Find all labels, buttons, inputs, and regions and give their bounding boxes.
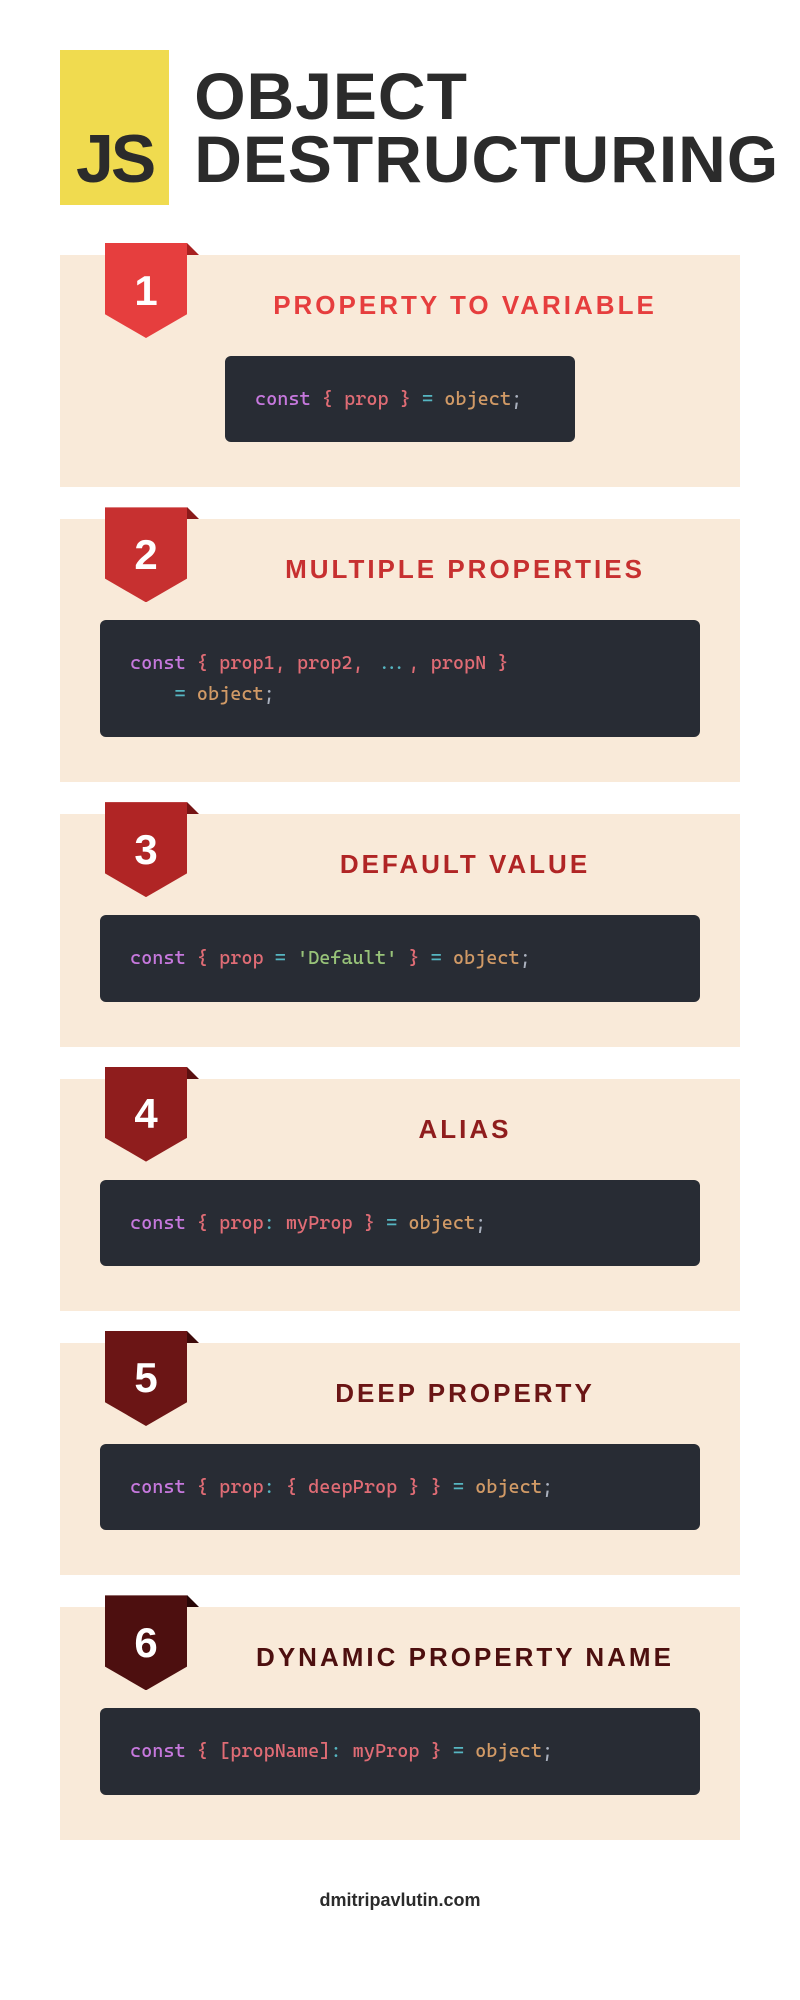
code-keyword: const [130, 1740, 186, 1762]
code-semi: ; [520, 947, 531, 969]
badge-fold-icon [187, 1067, 199, 1079]
code-nested: { deepProp } } [275, 1476, 453, 1498]
badge-fold-icon [187, 802, 199, 814]
code-block: const { prop: myProp } = object; [100, 1180, 700, 1266]
section-title: DYNAMIC PROPERTY NAME [230, 1642, 700, 1673]
code-keyword: const [130, 1212, 186, 1234]
code-value: object [442, 947, 520, 969]
code-eq: = [275, 947, 286, 969]
section-number-badge: 5 [105, 1331, 187, 1426]
code-operator: = [431, 947, 442, 969]
code-block: const { prop = 'Default' } = object; [100, 915, 700, 1001]
section-6: 6 DYNAMIC PROPERTY NAME const { [propNam… [60, 1607, 740, 1839]
code-semi: ; [511, 388, 522, 410]
code-block: const { [propName]: myProp } = object; [100, 1708, 700, 1794]
code-semi: ; [542, 1740, 553, 1762]
code-operator: = [453, 1476, 464, 1498]
section-3: 3 DEFAULT VALUE const { prop = 'Default'… [60, 814, 740, 1046]
section-number-badge: 2 [105, 507, 187, 602]
code-props: { prop1, prop2, [186, 652, 375, 674]
badge-fold-icon [187, 1331, 199, 1343]
code-alias: myProp } [275, 1212, 386, 1234]
section-4: 4 ALIAS const { prop: myProp } = object; [60, 1079, 740, 1311]
badge-wrapper: 5 [105, 1331, 187, 1426]
js-logo-text: JS [76, 125, 153, 193]
code-operator: = [386, 1212, 397, 1234]
code-colon: : [264, 1476, 275, 1498]
code-semi: ; [542, 1476, 553, 1498]
js-logo-icon: JS [60, 50, 169, 205]
section-5: 5 DEEP PROPERTY const { prop: { deepProp… [60, 1343, 740, 1575]
section-2: 2 MULTIPLE PROPERTIES const { prop1, pro… [60, 519, 740, 782]
code-open: { prop [186, 1212, 264, 1234]
code-value: object [433, 388, 511, 410]
code-props: { prop } [311, 388, 422, 410]
code-open: { prop [186, 1476, 264, 1498]
footer-attribution: dmitripavlutin.com [60, 1890, 740, 1911]
section-title: DEFAULT VALUE [230, 849, 700, 880]
code-keyword: const [255, 388, 311, 410]
code-value: object [464, 1476, 542, 1498]
section-number-badge: 4 [105, 1067, 187, 1162]
badge-wrapper: 1 [105, 243, 187, 338]
section-title: ALIAS [230, 1114, 700, 1145]
code-colon: : [330, 1740, 341, 1762]
code-block: const { prop: { deepProp } } = object; [100, 1444, 700, 1530]
badge-fold-icon [187, 243, 199, 255]
code-keyword: const [130, 1476, 186, 1498]
code-value: object [397, 1212, 475, 1234]
code-keyword: const [130, 947, 186, 969]
badge-wrapper: 6 [105, 1595, 187, 1690]
badge-wrapper: 4 [105, 1067, 187, 1162]
code-operator: = [453, 1740, 464, 1762]
code-open: { prop [186, 947, 275, 969]
badge-wrapper: 3 [105, 802, 187, 897]
code-close: } [397, 947, 430, 969]
page-title: OBJECT DESTRUCTURING [194, 65, 779, 190]
code-operator: = [175, 683, 186, 705]
code-spread: ... [375, 652, 408, 674]
code-default: 'Default' [286, 947, 397, 969]
code-block: const { prop } = object; [225, 356, 575, 442]
code-keyword: const [130, 652, 186, 674]
code-semi: ; [475, 1212, 486, 1234]
code-indent [130, 683, 175, 705]
badge-fold-icon [187, 1595, 199, 1607]
code-semi: ; [264, 683, 275, 705]
badge-fold-icon [187, 507, 199, 519]
code-operator: = [422, 388, 433, 410]
code-block: const { prop1, prop2, ..., propN } = obj… [100, 620, 700, 737]
section-title: DEEP PROPERTY [230, 1378, 700, 1409]
header: JS OBJECT DESTRUCTURING [60, 50, 740, 205]
section-number-badge: 1 [105, 243, 187, 338]
code-value: object [464, 1740, 542, 1762]
code-value: object [186, 683, 264, 705]
section-title: MULTIPLE PROPERTIES [230, 554, 700, 585]
title-text: OBJECT DESTRUCTURING [194, 59, 779, 196]
code-colon: : [264, 1212, 275, 1234]
section-title: PROPERTY TO VARIABLE [230, 290, 700, 321]
section-number-badge: 6 [105, 1595, 187, 1690]
sections-container: 1 PROPERTY TO VARIABLE const { prop } = … [60, 255, 740, 1840]
badge-wrapper: 2 [105, 507, 187, 602]
code-open: { [propName] [186, 1740, 331, 1762]
code-rest: , propN } [408, 652, 508, 674]
code-alias: myProp } [342, 1740, 453, 1762]
section-number-badge: 3 [105, 802, 187, 897]
section-1: 1 PROPERTY TO VARIABLE const { prop } = … [60, 255, 740, 487]
